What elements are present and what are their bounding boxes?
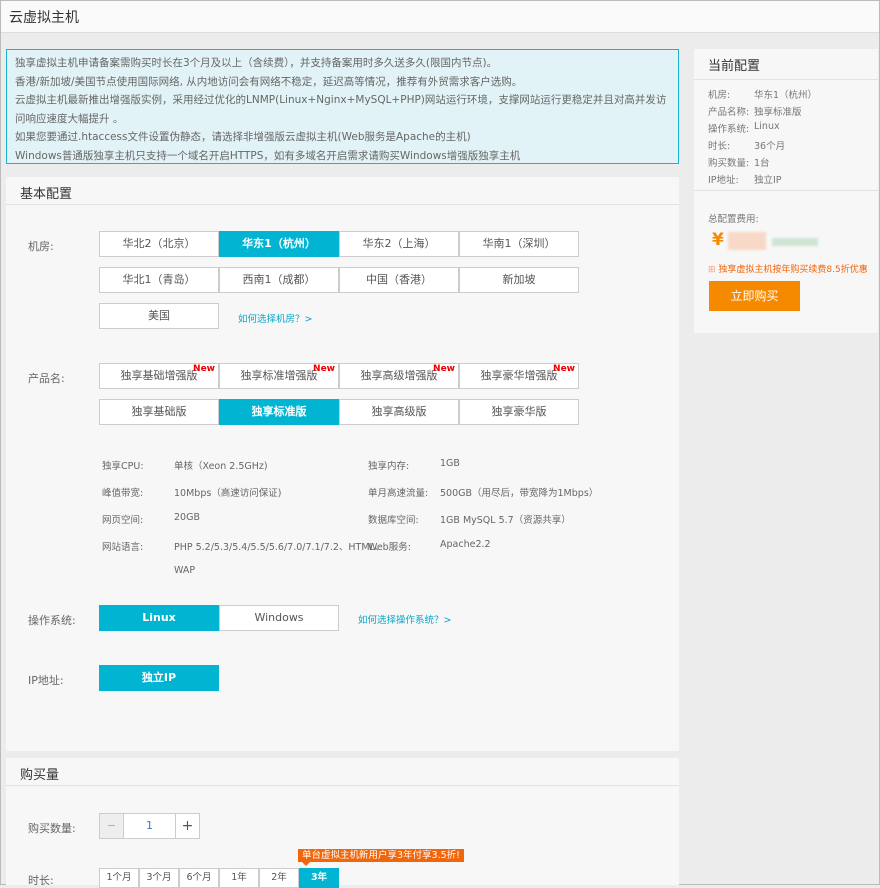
summary-value: 独享标准版: [754, 104, 802, 118]
spec-label: Web服务:: [368, 539, 411, 553]
duration-option[interactable]: 3年: [299, 868, 339, 888]
spec-label: 网页空间:: [102, 512, 143, 526]
product-option[interactable]: 独享高级增强版New: [339, 363, 459, 389]
summary-panel: 当前配置 机房: 华东1（杭州） 产品名称: 独享标准版操作系统: Linux 时长: 36…: [694, 49, 878, 333]
qty-plus-button[interactable]: +: [175, 813, 200, 839]
new-badge: New: [553, 363, 575, 375]
spec-label: 数据库空间:: [368, 512, 419, 526]
spec-value: PHP 5.2/5.3/5.4/5.5/5.6/7.0/7.1/7.2、HTML…: [174, 539, 384, 553]
notice-line: 香港/新加坡/美国节点使用国际网络, 从内地访问会有网络不稳定，延迟高等情况，推…: [15, 73, 670, 92]
summary-label: 时长:: [708, 138, 730, 152]
section-header: 购买量: [6, 758, 679, 786]
product-option[interactable]: 独享高级版: [339, 399, 459, 425]
buy-now-button[interactable]: 立即购买: [709, 281, 800, 311]
duration-option[interactable]: 2年: [259, 868, 299, 888]
summary-value: 1台: [754, 155, 770, 169]
os-label: 操作系统:: [28, 612, 76, 628]
product-option[interactable]: 独享基础版: [99, 399, 219, 425]
qty-minus-button[interactable]: −: [99, 813, 124, 839]
summary-value: 独立IP: [754, 172, 782, 186]
spec-value: 10Mbps（高速访问保证): [174, 485, 282, 499]
divider: [694, 190, 878, 191]
room-option[interactable]: 华北1（青岛）: [99, 267, 219, 293]
room-option[interactable]: 西南1（成都）: [219, 267, 339, 293]
spec-value: 20GB: [174, 512, 200, 523]
room-option[interactable]: 华北2（北京）: [99, 231, 219, 257]
qty-label: 购买数量:: [28, 820, 76, 836]
spec-label: 网站语言:: [102, 539, 143, 553]
duration-option[interactable]: 3个月: [139, 868, 179, 888]
duration-option[interactable]: 1个月: [99, 868, 139, 888]
summary-label: 机房:: [708, 87, 730, 101]
room-option[interactable]: 华东2（上海）: [339, 231, 459, 257]
product-option[interactable]: 独享基础增强版New: [99, 363, 219, 389]
new-badge: New: [193, 363, 215, 375]
new-badge: New: [433, 363, 455, 375]
os-windows-button[interactable]: Windows: [219, 605, 339, 631]
summary-value: 36个月: [754, 138, 785, 152]
spec-label: 峰值带宽:: [102, 485, 143, 499]
spec-value: Apache2.2: [440, 539, 491, 550]
price-blurred: [728, 232, 766, 250]
room-label: 机房:: [28, 238, 54, 254]
os-linux-button[interactable]: Linux: [99, 605, 219, 631]
product-option[interactable]: 独享豪华增强版New: [459, 363, 579, 389]
summary-label: 购买数量:: [708, 155, 749, 169]
spec-value: 1GB: [440, 458, 460, 469]
product-label: 产品名:: [28, 370, 65, 386]
summary-label: IP地址:: [708, 172, 739, 186]
currency-symbol: ¥: [712, 230, 724, 250]
gift-icon: ⊞: [708, 265, 718, 275]
summary-label: 产品名称:: [708, 104, 749, 118]
spec-value: WAP: [174, 565, 195, 576]
duration-option[interactable]: 1年: [219, 868, 259, 888]
duration-label: 时长:: [28, 872, 54, 888]
room-option[interactable]: 中国（香港）: [339, 267, 459, 293]
new-badge: New: [313, 363, 335, 375]
spec-value: 500GB（用尽后，带宽降为1Mbps）: [440, 485, 598, 499]
room-help-link[interactable]: 如何选择机房？>: [238, 311, 312, 325]
ip-dedicated-button[interactable]: 独立IP: [99, 665, 219, 691]
product-option[interactable]: 独享标准增强版New: [219, 363, 339, 389]
room-option[interactable]: 华南1（深圳）: [459, 231, 579, 257]
spec-value: 单核（Xeon 2.5GHz): [174, 458, 268, 472]
tooltip-arrow: [302, 862, 310, 866]
divider: [694, 79, 878, 80]
product-option[interactable]: 独享标准版: [219, 399, 339, 425]
notice-line: 独享虚拟主机申请备案需购买时长在3个月及以上（含续费），并支持备案用时多久送多久…: [15, 54, 670, 73]
total-label: 总配置费用:: [708, 211, 759, 225]
product-option[interactable]: 独享豪华版: [459, 399, 579, 425]
room-option[interactable]: 华东1（杭州）: [219, 231, 339, 257]
section-header: 基本配置: [6, 177, 679, 205]
spec-label: 单月高速流量:: [368, 485, 428, 499]
notice-line: Windows普通版独享主机只支持一个域名开启HTTPS，如有多域名开启需求请购…: [15, 147, 670, 166]
promo-label: 独享虚拟主机按年购买续费8.5折优惠: [718, 265, 867, 275]
notice-line: 云虚拟主机最新推出增强版实例，采用经过优化的LNMP(Linux+Nginx+M…: [15, 91, 670, 128]
notice-line: 如果您要通过.htaccess文件设置伪静态，请选择非增强版云虚拟主机(Web服…: [15, 128, 670, 147]
ip-label: IP地址:: [28, 672, 64, 688]
notice-box: 独享虚拟主机申请备案需购买时长在3个月及以上（含续费），并支持备案用时多久送多久…: [6, 49, 679, 164]
room-option[interactable]: 新加坡: [459, 267, 579, 293]
promo-text: ⊞ 独享虚拟主机按年购买续费8.5折优惠: [708, 262, 868, 275]
qty-input[interactable]: 1: [123, 813, 176, 839]
page-title: 云虚拟主机: [1, 1, 879, 33]
summary-label: 操作系统:: [708, 121, 749, 135]
duration-option[interactable]: 6个月: [179, 868, 219, 888]
spec-label: 独享内存:: [368, 458, 409, 472]
promo-tooltip: 单台虚拟主机新用户享3年付享3.5折!: [298, 849, 464, 862]
summary-value: Linux: [754, 121, 780, 132]
spec-value: 1GB MySQL 5.7（资源共享）: [440, 512, 571, 526]
os-help-link[interactable]: 如何选择操作系统？>: [358, 612, 451, 626]
room-option[interactable]: 美国: [99, 303, 219, 329]
spec-label: 独享CPU:: [102, 458, 144, 472]
price-note-blurred: [772, 238, 818, 246]
summary-header: 当前配置: [708, 55, 760, 74]
summary-value: 华东1（杭州）: [754, 87, 817, 101]
